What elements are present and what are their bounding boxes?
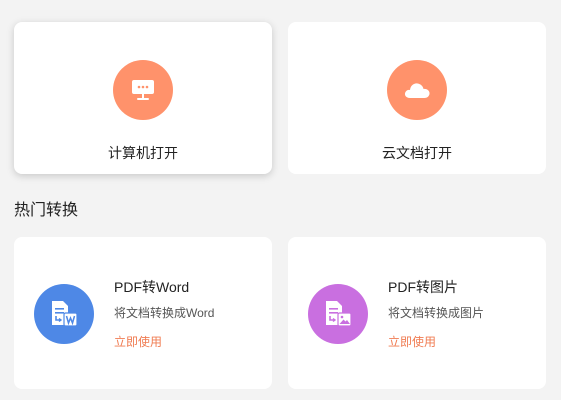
pdf-to-word-icon — [52, 301, 78, 327]
pdf-to-word-use-now-link[interactable]: 立即使用 — [114, 333, 162, 350]
open-from-cloud-label: 云文档打开 — [382, 145, 452, 161]
pdf-to-image-card[interactable]: PDF转图片 将文档转换成图片 立即使用 — [288, 237, 546, 389]
pdf-to-word-icon-circle — [34, 284, 94, 344]
pdf-to-image-icon — [326, 301, 352, 327]
computer-icon-circle — [113, 60, 173, 120]
pdf-to-word-title: PDF转Word — [114, 279, 190, 295]
pdf-to-word-description: 将文档转换成Word — [114, 306, 215, 320]
pdf-to-image-title: PDF转图片 — [388, 279, 458, 295]
open-from-computer-label: 计算机打开 — [108, 145, 178, 161]
pdf-to-image-description: 将文档转换成图片 — [388, 306, 485, 320]
pdf-to-image-icon-circle — [308, 284, 368, 344]
cloud-icon-circle — [387, 60, 447, 120]
cloud-icon — [404, 83, 430, 98]
open-from-computer-card[interactable]: 计算机打开 — [14, 22, 272, 174]
computer-monitor-icon — [132, 80, 154, 100]
open-from-cloud-card[interactable]: 云文档打开 — [288, 22, 546, 174]
pdf-to-image-use-now-link[interactable]: 立即使用 — [388, 333, 436, 350]
pdf-to-word-card[interactable]: PDF转Word 将文档转换成Word 立即使用 — [14, 237, 272, 389]
hot-conversions-heading: 热门转换 — [14, 202, 79, 219]
